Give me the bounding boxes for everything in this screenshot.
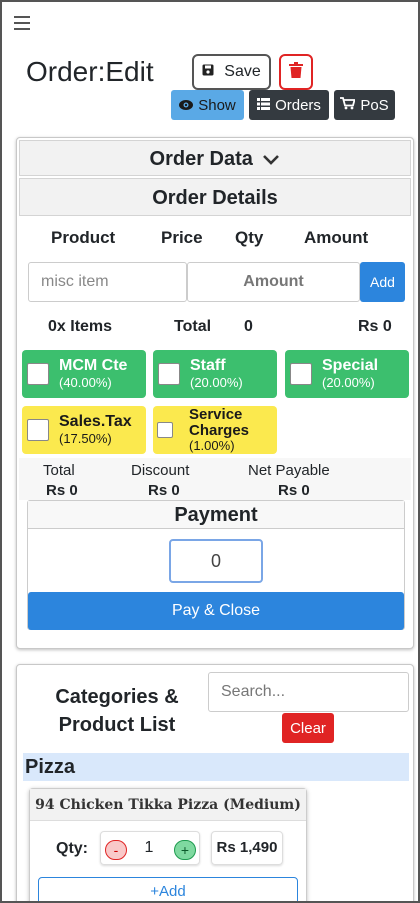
- tax-staff[interactable]: Staff (20.00%): [153, 350, 277, 398]
- checkbox[interactable]: [27, 363, 49, 385]
- column-price: Price: [161, 228, 203, 247]
- increment-button[interactable]: +: [174, 840, 196, 860]
- tax-name: Staff: [190, 357, 226, 375]
- delete-button[interactable]: [279, 54, 313, 90]
- order-details-header: Order Details: [19, 178, 411, 216]
- eye-icon: [179, 97, 194, 114]
- tax-service-charges[interactable]: Service Charges (1.00%): [153, 406, 277, 454]
- checkbox[interactable]: [290, 363, 312, 385]
- total-amount: Rs 0: [358, 318, 392, 335]
- total-label: Total: [174, 318, 212, 335]
- search-placeholder: Search...: [221, 683, 286, 700]
- clear-button[interactable]: Clear: [282, 713, 334, 743]
- add-product-button[interactable]: +Add: [38, 877, 298, 901]
- tax-name: MCM Cte: [59, 357, 128, 375]
- tax-mcm-cte[interactable]: MCM Cte (40.00%): [22, 350, 146, 398]
- menu-icon[interactable]: [14, 16, 30, 30]
- summary-total-value: Rs 0: [46, 482, 78, 499]
- column-product: Product: [51, 228, 116, 247]
- quantity-stepper: - 1 +: [100, 831, 200, 865]
- column-qty: Qty: [235, 228, 264, 247]
- floppy-disk-icon: [202, 63, 214, 81]
- summary-discount-label: Discount: [131, 462, 190, 479]
- save-button[interactable]: Save: [192, 54, 271, 90]
- orders-label: Orders: [275, 96, 321, 114]
- order-data-header[interactable]: Order Data: [19, 140, 411, 176]
- product-card: 94 Chicken Tikka Pizza (Medium) Qty: - 1…: [29, 788, 307, 901]
- page-title: Order:Edit: [26, 56, 154, 87]
- pay-close-button[interactable]: Pay & Close: [28, 592, 404, 630]
- summary-net-value: Rs 0: [278, 482, 310, 499]
- app-frame: Order:Edit Save Show Orders PoS Order Da…: [0, 0, 420, 903]
- product-price: Rs 1,490: [211, 831, 283, 865]
- chevron-down-icon: [262, 142, 280, 178]
- order-data-title: Order Data: [149, 148, 253, 170]
- decrement-button[interactable]: -: [105, 840, 127, 860]
- summary-discount-value: Rs 0: [148, 482, 180, 499]
- qty-label: Qty:: [56, 840, 88, 857]
- checkbox[interactable]: [157, 422, 173, 438]
- amount-placeholder: Amount: [243, 273, 304, 290]
- category-pizza[interactable]: Pizza: [23, 753, 409, 781]
- amount-input[interactable]: Amount: [187, 262, 360, 302]
- summary-total-label: Total: [43, 462, 75, 479]
- summary-band: [19, 458, 411, 500]
- orders-button[interactable]: Orders: [249, 90, 329, 120]
- cart-icon: [340, 96, 356, 114]
- qty-value[interactable]: 1: [139, 839, 159, 857]
- product-name: 94 Chicken Tikka Pizza (Medium): [30, 789, 306, 821]
- tax-special[interactable]: Special (20.00%): [285, 350, 409, 398]
- tax-percent: (40.00%): [59, 374, 112, 390]
- add-misc-button[interactable]: Add: [360, 262, 405, 302]
- show-button[interactable]: Show: [171, 90, 244, 120]
- tax-percent: (17.50%): [59, 430, 112, 446]
- search-input[interactable]: Search...: [208, 672, 409, 712]
- items-count: 0x Items: [48, 318, 113, 335]
- payment-box: Payment 0 Pay & Close: [27, 500, 405, 630]
- column-amount: Amount: [304, 228, 369, 247]
- checkbox[interactable]: [27, 419, 49, 441]
- tax-percent: (20.00%): [322, 374, 375, 390]
- save-label: Save: [224, 63, 261, 80]
- show-label: Show: [198, 96, 236, 114]
- tax-sales-tax[interactable]: Sales.Tax (17.50%): [22, 406, 146, 454]
- tax-name: Service Charges: [189, 405, 250, 439]
- tax-name: Special: [322, 357, 379, 375]
- total-qty: 0: [244, 318, 253, 335]
- categories-card: Categories & Product List Search... Clea…: [16, 664, 414, 901]
- payment-amount-input[interactable]: 0: [169, 539, 263, 583]
- tax-name: Sales.Tax: [59, 413, 132, 431]
- trash-icon: [289, 61, 303, 83]
- list-icon: [257, 97, 271, 114]
- misc-item-input[interactable]: misc item: [28, 262, 187, 302]
- order-data-card: Order Data Order Details Product Price Q…: [16, 137, 414, 649]
- payment-title: Payment: [28, 501, 404, 529]
- pos-label: PoS: [360, 96, 389, 114]
- tax-percent: (1.00%): [189, 437, 235, 453]
- categories-title: Categories & Product List: [55, 686, 179, 736]
- checkbox[interactable]: [158, 363, 180, 385]
- summary-net-label: Net Payable: [248, 462, 330, 479]
- tax-percent: (20.00%): [190, 374, 243, 390]
- misc-item-placeholder: misc item: [41, 273, 109, 290]
- pos-button[interactable]: PoS: [334, 90, 395, 120]
